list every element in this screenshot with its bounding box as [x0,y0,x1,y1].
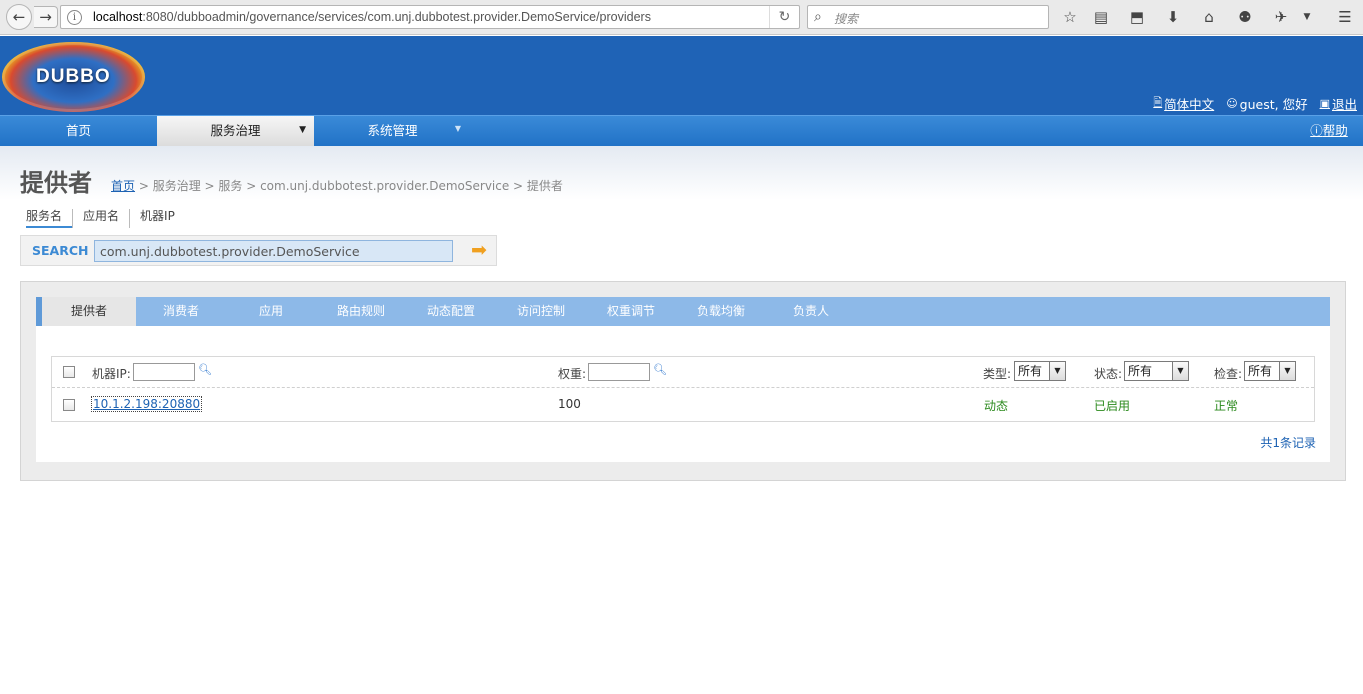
weight-filter-input[interactable] [588,363,650,381]
user-icon: ☺ [1226,97,1238,110]
app-header: DUBBO 🗎 简体中文 ☺ guest, 您好 ▣ 退出 [0,36,1363,115]
document-icon: 🗎 [1153,96,1163,109]
tab-consumers[interactable]: 消费者 [136,297,226,326]
tab-access[interactable]: 访问控制 [496,297,586,326]
search-label: SEARCH [32,243,89,258]
header-links: 🗎 简体中文 ☺ guest, 您好 ▣ 退出 [1153,94,1357,113]
bookmark-star-icon[interactable]: ☆ [1059,7,1081,27]
check-filter-label: 检查: [1214,367,1243,381]
service-search-input[interactable] [94,240,453,262]
browser-toolbar: ← → i localhost:8080/dubboadmin/governan… [0,0,1363,35]
weight-filter-label: 权重: [558,367,587,381]
provider-check: 正常 [1214,399,1239,413]
dropdown-arrow-icon: ▼ [299,125,306,135]
providers-panel: 机器IP: 🔍︎ 权重: 🔍︎ 类型: 所有 ▼ 状态: 所有 ▼ 检查: 所有 ▼ … [36,326,1330,462]
provider-type[interactable]: 动态 [984,397,1008,414]
search-type-tabs: 服务名 应用名 机器IP [26,209,185,228]
chat-icon[interactable]: ⚉ [1234,7,1256,27]
pocket-icon[interactable]: ⬒ [1126,7,1148,27]
tab-owners[interactable]: 负责人 [766,297,856,326]
user-greeting: ☺ guest, 您好 [1226,97,1308,112]
tab-loadbalance[interactable]: 负载均衡 [676,297,766,326]
home-icon[interactable]: ⌂ [1198,7,1220,27]
tab-overrides[interactable]: 动态配置 [406,297,496,326]
url-bar[interactable]: i localhost:8080/dubboadmin/governance/s… [60,5,800,29]
search-icon: ⌕ [814,9,822,25]
nav-help[interactable]: ⓘ帮助 [1299,116,1359,146]
type-select[interactable]: 所有 ▼ [1014,361,1066,381]
nav-home[interactable]: 首页 [0,116,157,146]
dubbo-logo[interactable]: DUBBO [2,42,145,112]
dropdown-arrow-icon: ▼ [454,124,461,133]
tab-applications[interactable]: 应用 [226,297,316,326]
record-count: 共1条记录 [1260,436,1316,450]
select-all-checkbox[interactable] [63,366,75,378]
provider-status[interactable]: 已启用 [1094,397,1130,414]
providers-table: 机器IP: 🔍︎ 权重: 🔍︎ 类型: 所有 ▼ 状态: 所有 ▼ 检查: 所有 ▼ … [51,356,1315,422]
logout-link[interactable]: ▣ 退出 [1320,94,1357,113]
arrow-left-icon: ← [12,8,26,26]
extension-icon[interactable]: ✈ [1270,7,1292,27]
search-tab-service[interactable]: 服务名 [26,209,73,228]
page-heading: 提供者 首页 > 服务治理 > 服务 > com.unj.dubbotest.p… [0,146,1363,200]
url-text[interactable]: localhost:8080/dubboadmin/governance/ser… [93,10,651,24]
tab-routes[interactable]: 路由规则 [316,297,406,326]
provider-weight: 100 [558,397,581,411]
breadcrumb: 首页 > 服务治理 > 服务 > com.unj.dubbotest.provi… [111,179,563,193]
language-link[interactable]: 🗎 简体中文 [1153,94,1214,113]
nav-governance[interactable]: 服务治理 ▼ [157,116,314,146]
reading-list-icon[interactable]: ▤ [1090,7,1112,27]
browser-search-input[interactable]: ⌕ 搜索 [807,5,1049,29]
table-row: 10.1.2.198:20880 100 动态 已启用 正常 [52,388,1314,422]
search-tab-application[interactable]: 应用名 [72,209,129,228]
ip-filter-input[interactable] [133,363,195,381]
content-tab-bar: 提供者 消费者 应用 路由规则 动态配置 访问控制 权重调节 负载均衡 负责人 [36,297,1330,326]
ip-filter-label: 机器IP: [92,367,131,381]
logo-text: DUBBO [36,66,111,87]
help-icon: ⓘ [1310,123,1323,138]
filter-row: 机器IP: 🔍︎ 权重: 🔍︎ 类型: 所有 ▼ 状态: 所有 ▼ 检查: 所有 ▼ [52,357,1314,388]
download-icon[interactable]: ⬇ [1162,7,1184,27]
chevron-down-icon: ▼ [1172,362,1188,380]
page-title: 提供者 [20,169,92,197]
tab-weights[interactable]: 权重调节 [586,297,676,326]
search-icon[interactable]: 🔍︎ [653,363,667,376]
main-nav: 首页 服务治理 ▼ 系统管理 ▼ ⓘ帮助 [0,115,1363,146]
chevron-down-icon: ▼ [1279,362,1295,380]
search-tab-ip[interactable]: 机器IP [129,209,185,228]
chevron-down-icon[interactable]: ▼ [1296,7,1318,27]
content-panel: 提供者 消费者 应用 路由规则 动态配置 访问控制 权重调节 负载均衡 负责人 … [20,281,1346,481]
exit-icon: ▣ [1319,97,1330,110]
arrow-right-icon[interactable]: ➡ [468,240,490,262]
reload-icon[interactable]: ↻ [769,6,799,28]
check-select[interactable]: 所有 ▼ [1244,361,1296,381]
menu-icon[interactable]: ☰ [1334,7,1356,27]
search-panel: SEARCH ➡ [20,235,497,266]
search-icon[interactable]: 🔍︎ [198,363,212,376]
status-filter-label: 状态: [1094,367,1123,381]
back-button[interactable]: ← [6,4,32,30]
status-select[interactable]: 所有 ▼ [1124,361,1189,381]
breadcrumb-home[interactable]: 首页 [111,179,135,193]
forward-button[interactable]: → [34,6,58,28]
row-checkbox[interactable] [63,399,75,411]
tab-providers[interactable]: 提供者 [36,297,136,326]
info-icon[interactable]: i [67,10,82,25]
arrow-right-icon: → [39,8,52,26]
chevron-down-icon: ▼ [1049,362,1065,380]
provider-address-link[interactable]: 10.1.2.198:20880 [90,396,203,412]
nav-system[interactable]: 系统管理 ▼ [314,116,471,146]
type-filter-label: 类型: [983,367,1012,381]
